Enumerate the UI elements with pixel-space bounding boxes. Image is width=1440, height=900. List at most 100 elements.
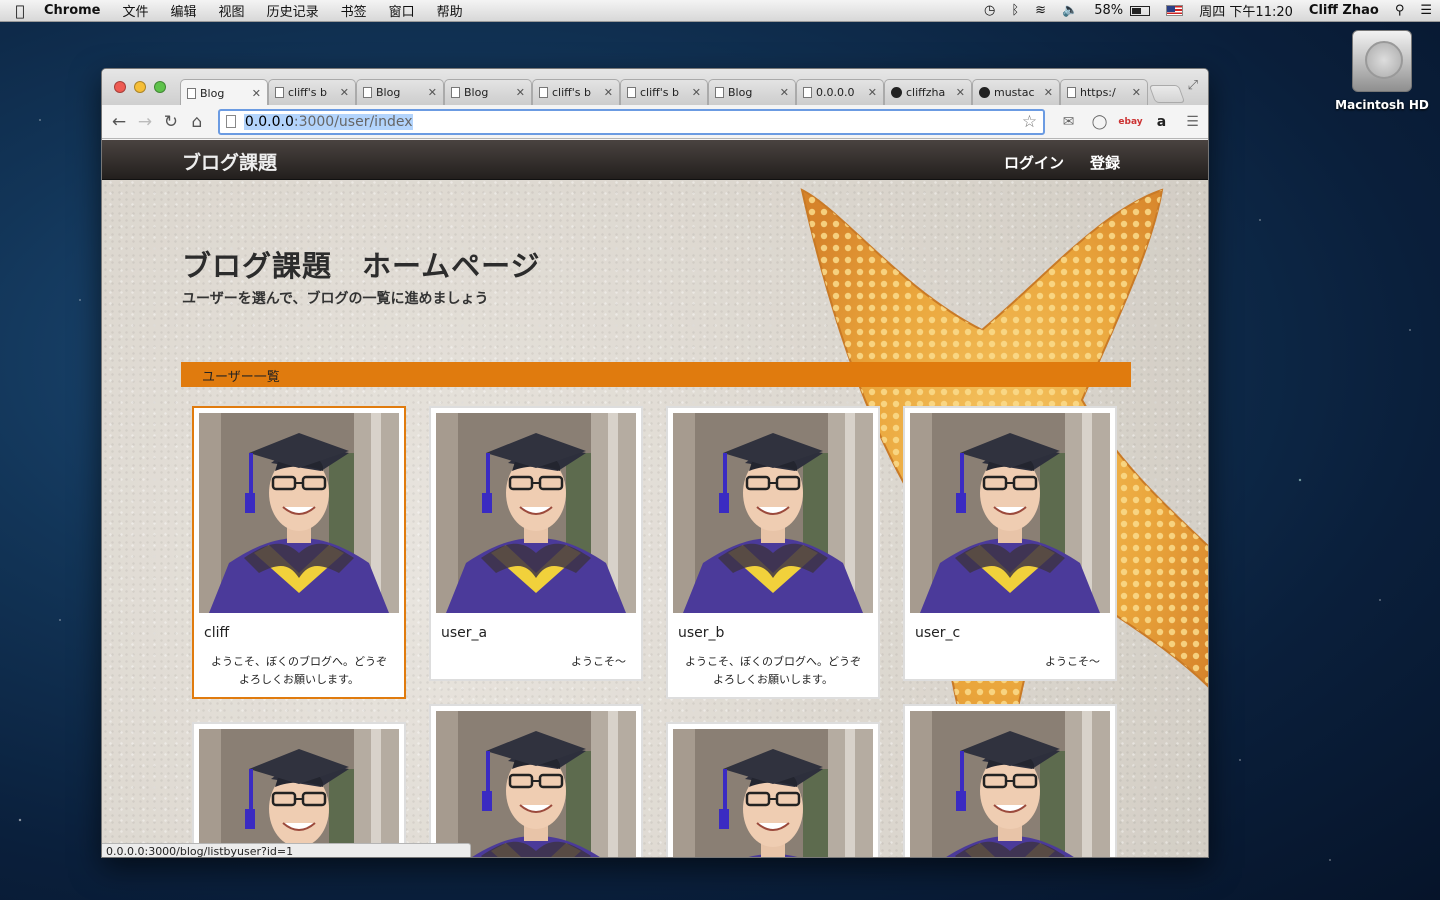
user-greeting: ようこそ、ぼくのブログへ。どうぞよろしくお願いします。 — [685, 655, 861, 686]
menu-file[interactable]: 文件 — [112, 1, 160, 20]
tab-title: Blog — [464, 86, 489, 99]
menu-history[interactable]: 历史记录 — [256, 1, 330, 20]
desktop-icon-label: Macintosh HD — [1335, 98, 1429, 112]
user-avatar — [436, 711, 636, 857]
amazon-extension-icon[interactable]: a — [1146, 114, 1177, 130]
page-icon — [1067, 87, 1076, 98]
user-card-user-a[interactable]: user_a ようこそ〜 — [429, 406, 643, 681]
tab-https[interactable]: https:/ ✕ — [1060, 79, 1148, 105]
bluetooth-icon[interactable]: ᛒ — [1003, 3, 1027, 18]
desktop-icon-macintosh-hd[interactable]: Macintosh HD — [1332, 30, 1432, 112]
tab-close-icon[interactable]: ✕ — [340, 86, 349, 99]
page-title: ブログ課題 ホームページ — [182, 249, 541, 283]
apple-icon[interactable]:  — [0, 2, 40, 20]
minimize-window-button[interactable] — [134, 81, 146, 93]
tab-close-icon[interactable]: ✕ — [1132, 86, 1141, 99]
menu-app-chrome[interactable]: Chrome — [40, 3, 112, 18]
tab-title: cliff's b — [288, 86, 327, 99]
menu-view[interactable]: 视图 — [208, 1, 256, 20]
user-card[interactable] — [429, 704, 643, 857]
tab-localhost[interactable]: 0.0.0.0 ✕ — [796, 79, 884, 105]
tab-blog[interactable]: Blog ✕ — [444, 79, 532, 105]
page-icon — [275, 87, 284, 98]
menu-window[interactable]: 窗口 — [378, 1, 426, 20]
back-arrow-icon[interactable]: ← — [106, 112, 132, 132]
tab-github-mustache[interactable]: mustac ✕ — [972, 79, 1060, 105]
tab-blog[interactable]: Blog ✕ — [356, 79, 444, 105]
new-tab-button[interactable] — [1148, 85, 1186, 103]
zoom-window-button[interactable] — [154, 81, 166, 93]
page-viewport: ブログ課題 ログイン 登録 ブログ課題 ホームページ ユーザーを選んで、ブログの… — [102, 140, 1208, 857]
tab-close-icon[interactable]: ✕ — [252, 87, 261, 100]
site-brand[interactable]: ブログ課題 — [182, 148, 277, 175]
tab-title: cliff's b — [640, 86, 679, 99]
user-card-user-c[interactable]: user_c ようこそ〜 — [903, 406, 1117, 681]
input-source-flag-icon[interactable] — [1158, 3, 1191, 18]
address-url[interactable]: 0.0.0.0:3000/user/index — [243, 113, 414, 130]
page-icon — [187, 87, 196, 99]
tab-cliffs-blog[interactable]: cliff's b ✕ — [268, 79, 356, 105]
fullscreen-icon[interactable]: ⤢ — [1188, 78, 1198, 93]
menu-user[interactable]: Cliff Zhao — [1301, 3, 1387, 18]
forward-arrow-icon[interactable]: → — [132, 112, 158, 132]
tab-cliffs-blog[interactable]: cliff's b ✕ — [620, 79, 708, 105]
bookmark-star-icon[interactable]: ☆ — [1022, 112, 1037, 132]
time-machine-icon[interactable]: ◷ — [976, 3, 1003, 18]
user-card[interactable] — [666, 722, 880, 857]
tab-close-icon[interactable]: ✕ — [516, 86, 525, 99]
wifi-icon[interactable]: ≋ — [1027, 3, 1054, 18]
login-link[interactable]: ログイン — [1004, 152, 1064, 173]
page-icon — [451, 87, 460, 98]
page-icon — [627, 87, 636, 98]
address-bar[interactable]: 0.0.0.0:3000/user/index ☆ — [217, 108, 1046, 135]
reload-icon[interactable]: ↻ — [158, 112, 184, 132]
github-icon — [979, 87, 990, 98]
page-subtitle: ユーザーを選んで、ブログの一覧に進めましょう — [182, 291, 489, 307]
tab-title: https:/ — [1080, 86, 1116, 99]
volume-icon[interactable]: 🔈 — [1054, 3, 1086, 18]
home-icon[interactable]: ⌂ — [184, 112, 210, 132]
globe-extension-icon[interactable]: ◯ — [1084, 114, 1115, 130]
status-bar-url: 0.0.0.0:3000/blog/listbyuser?id=1 — [102, 843, 471, 857]
chrome-menu-icon[interactable]: ☰ — [1177, 114, 1208, 130]
user-greeting: ようこそ〜 — [571, 655, 626, 668]
user-avatar — [673, 729, 873, 857]
tab-title: cliff's b — [552, 86, 591, 99]
battery-icon — [1130, 5, 1151, 16]
menu-help[interactable]: 帮助 — [426, 1, 474, 20]
page-icon — [363, 87, 372, 98]
user-name: user_b — [678, 625, 725, 641]
menu-bookmarks[interactable]: 书签 — [330, 1, 378, 20]
user-avatar — [673, 413, 873, 613]
user-card[interactable] — [903, 704, 1117, 857]
close-window-button[interactable] — [114, 81, 126, 93]
user-avatar — [199, 413, 399, 613]
battery-status[interactable]: 58% — [1086, 3, 1158, 18]
user-card-cliff[interactable]: cliff ようこそ、ぼくのブログへ。どうぞよろしくお願いします。 — [192, 406, 406, 699]
menu-clock[interactable]: 周四 下午11:20 — [1191, 1, 1301, 20]
tab-close-icon[interactable]: ✕ — [428, 86, 437, 99]
gmail-extension-icon[interactable]: ✉ — [1053, 114, 1084, 130]
menu-edit[interactable]: 编辑 — [160, 1, 208, 20]
user-card[interactable] — [192, 722, 406, 857]
window-controls — [114, 81, 166, 93]
tab-close-icon[interactable]: ✕ — [1044, 86, 1053, 99]
github-icon — [891, 87, 902, 98]
tab-close-icon[interactable]: ✕ — [956, 86, 965, 99]
tab-strip: Blog ✕ cliff's b ✕ Blog ✕ Blog ✕ cliff's b ✕ … — [102, 69, 1208, 106]
tab-close-icon[interactable]: ✕ — [692, 86, 701, 99]
user-card-user-b[interactable]: user_b ようこそ、ぼくのブログへ。どうぞよろしくお願いします。 — [666, 406, 880, 699]
tab-github-cliffzhao[interactable]: cliffzha ✕ — [884, 79, 972, 105]
tab-title: Blog — [200, 86, 225, 100]
user-avatar — [436, 413, 636, 613]
tab-blog-active[interactable]: Blog ✕ — [180, 79, 268, 106]
spotlight-search-icon[interactable]: ⚲ — [1387, 3, 1413, 18]
notification-center-icon[interactable]: ☰ — [1412, 3, 1440, 18]
ebay-extension-icon[interactable]: ebay — [1115, 117, 1146, 127]
tab-close-icon[interactable]: ✕ — [604, 86, 613, 99]
tab-blog[interactable]: Blog ✕ — [708, 79, 796, 105]
tab-cliffs-blog[interactable]: cliff's b ✕ — [532, 79, 620, 105]
tab-close-icon[interactable]: ✕ — [780, 86, 789, 99]
register-link[interactable]: 登録 — [1090, 152, 1120, 173]
tab-close-icon[interactable]: ✕ — [868, 86, 877, 99]
